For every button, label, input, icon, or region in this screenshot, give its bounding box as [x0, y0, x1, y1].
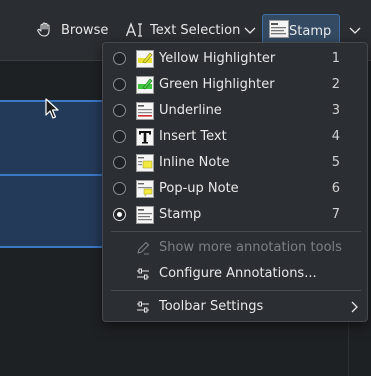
- menu-item-label: Underline: [159, 103, 222, 118]
- popup-note-icon: [136, 180, 154, 198]
- menu-item-stamp[interactable]: Stamp 7: [103, 202, 367, 228]
- underline-icon: [136, 102, 154, 120]
- shortcut-label: 2: [331, 77, 340, 92]
- shortcut-label: 1: [331, 51, 340, 66]
- menu-item-yellow-highlighter[interactable]: Yellow Highlighter 1: [103, 46, 367, 72]
- menu-item-label: Stamp: [159, 207, 202, 222]
- radio-button[interactable]: [113, 104, 126, 117]
- menu-item-configure-annotations[interactable]: Configure Annotations...: [103, 261, 367, 287]
- menu-item-inline-note[interactable]: Inline Note 5: [103, 150, 367, 176]
- menu-item-label: Green Highlighter: [159, 77, 275, 92]
- pencil-icon: [137, 241, 150, 255]
- yellow-highlighter-icon: [136, 50, 154, 68]
- radio-button[interactable]: [113, 130, 126, 143]
- menu-item-label: Inline Note: [159, 155, 230, 170]
- stamp-icon: [136, 206, 154, 224]
- menu-divider: [111, 231, 361, 232]
- hand-icon: [35, 20, 55, 40]
- menu-item-green-highlighter[interactable]: Green Highlighter 2: [103, 72, 367, 98]
- configure-label: Configure Annotations...: [159, 266, 317, 281]
- shortcut-label: 3: [331, 103, 340, 118]
- text-select-icon: [124, 20, 144, 40]
- menu-item-underline[interactable]: Underline 3: [103, 98, 367, 124]
- menu-item-popup-note[interactable]: Pop-up Note 6: [103, 176, 367, 202]
- show-more-label: Show more annotation tools: [159, 240, 342, 255]
- menu-item-show-more-tools: Show more annotation tools: [103, 235, 367, 261]
- radio-button[interactable]: [113, 52, 126, 65]
- menu-divider: [111, 290, 361, 291]
- sliders-icon: [137, 268, 149, 280]
- stamp-icon: [269, 20, 289, 42]
- chevron-right-icon: [351, 301, 358, 313]
- shortcut-label: 6: [331, 181, 340, 196]
- stamp-toolbar-label: Stamp: [289, 23, 332, 39]
- insert-text-icon: [136, 128, 154, 146]
- browse-label: Browse: [61, 22, 109, 38]
- browse-button[interactable]: Browse: [35, 15, 108, 45]
- radio-button-checked[interactable]: [113, 208, 126, 221]
- chevron-down-icon[interactable]: [347, 22, 363, 38]
- annotation-tools-menu: Yellow Highlighter 1 Green Highlighter 2…: [102, 42, 368, 322]
- chevron-down-icon[interactable]: [242, 22, 258, 38]
- green-highlighter-icon: [136, 76, 154, 94]
- inline-note-icon: [136, 154, 154, 172]
- sliders-icon: [137, 301, 149, 313]
- mouse-cursor-icon: [45, 98, 59, 119]
- shortcut-label: 5: [331, 155, 340, 170]
- menu-item-label: Insert Text: [159, 129, 227, 144]
- menu-item-label: Pop-up Note: [159, 181, 239, 196]
- toolbar-settings-label: Toolbar Settings: [159, 299, 264, 314]
- radio-button[interactable]: [113, 156, 126, 169]
- menu-item-insert-text[interactable]: Insert Text 4: [103, 124, 367, 150]
- menu-item-label: Yellow Highlighter: [159, 51, 276, 66]
- shortcut-label: 7: [331, 207, 340, 222]
- document-page-selection[interactable]: [0, 174, 104, 248]
- radio-button[interactable]: [113, 78, 126, 91]
- menu-item-toolbar-settings[interactable]: Toolbar Settings: [103, 294, 367, 320]
- shortcut-label: 4: [331, 129, 340, 144]
- text-selection-button[interactable]: Text Selection: [124, 15, 240, 45]
- text-selection-label: Text Selection: [150, 22, 241, 38]
- radio-button[interactable]: [113, 182, 126, 195]
